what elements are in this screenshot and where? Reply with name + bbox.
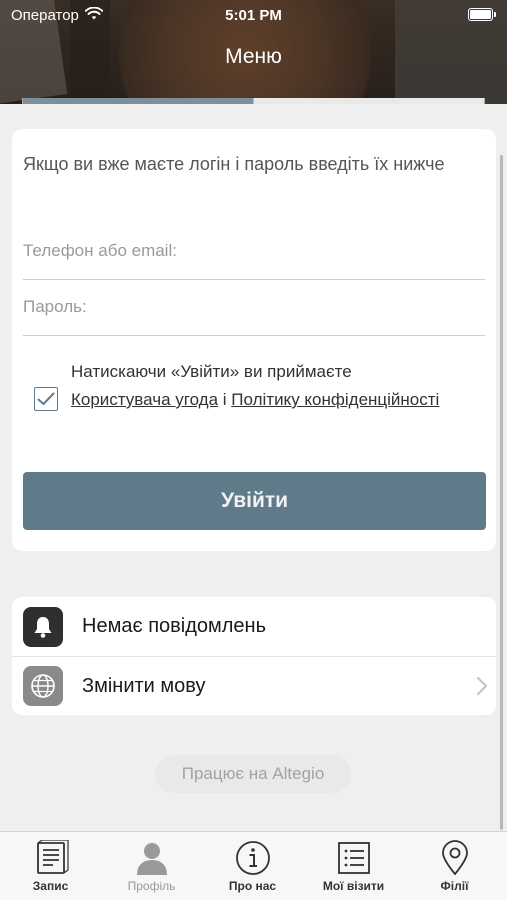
- bell-icon: [23, 606, 63, 647]
- chevron-right-icon: [476, 676, 488, 696]
- consent-checkbox[interactable]: [34, 387, 58, 411]
- status-bar: Оператор 5:01 PM: [0, 0, 507, 32]
- scroll-indicator[interactable]: [500, 155, 503, 830]
- menu-list: Немає повідомлень Змінити мову: [12, 597, 496, 715]
- tab-profile-label: Профіль: [127, 879, 176, 893]
- checkmark-icon: [37, 392, 55, 405]
- document-icon: [36, 840, 69, 874]
- battery-icon: [468, 8, 496, 21]
- list-icon: [337, 842, 370, 874]
- password-field[interactable]: Пароль:: [23, 280, 485, 336]
- tab-my-visits[interactable]: Мої візити: [303, 832, 404, 900]
- status-time: 5:01 PM: [225, 7, 282, 24]
- tab-about-label: Про нас: [228, 879, 277, 893]
- login-card: Якщо ви вже маєте логін і пароль введіть…: [12, 129, 496, 551]
- tab-branches-label: Філії: [440, 879, 469, 893]
- consent-and: і: [222, 390, 227, 409]
- list-item-notifications[interactable]: Немає повідомлень: [12, 597, 496, 656]
- globe-icon: [23, 666, 63, 706]
- person-icon: [136, 843, 167, 875]
- change-language-label: Змінити мову: [82, 674, 206, 697]
- consent-text: Натискаючи «Увійти» ви приймаєте Користу…: [71, 358, 471, 414]
- powered-by-badge[interactable]: Працює на Altegio: [155, 755, 351, 793]
- tab-about[interactable]: Про нас: [202, 832, 303, 900]
- consent-prefix: Натискаючи «Увійти» ви приймаєте: [71, 362, 352, 381]
- login-intro-text: Якщо ви вже маєте логін і пароль введіть…: [23, 154, 445, 174]
- tab-booking-label: Запис: [32, 879, 69, 893]
- info-icon: [235, 841, 270, 875]
- notifications-label: Немає повідомлень: [82, 615, 267, 637]
- tab-booking[interactable]: Запис: [0, 832, 101, 900]
- header: Оператор 5:01 PM Меню: [0, 0, 507, 104]
- tab-profile[interactable]: Профіль: [101, 832, 202, 900]
- tab-my-visits-label: Мої візити: [322, 879, 385, 893]
- phone-or-email-field[interactable]: Телефон або email:: [23, 224, 485, 280]
- list-item-change-language[interactable]: Змінити мову: [12, 656, 496, 715]
- location-pin-icon: [441, 840, 468, 876]
- page-title: Меню: [225, 45, 282, 68]
- tab-branches[interactable]: Філії: [404, 832, 505, 900]
- privacy-policy-link[interactable]: Політику конфіденційності: [231, 390, 439, 409]
- phone-or-email-placeholder: Телефон або email:: [23, 241, 177, 260]
- terms-link[interactable]: Користувача угода: [71, 390, 218, 409]
- login-button[interactable]: Увійти: [23, 472, 486, 530]
- tab-bar: Запис Профіль Про нас Мої візити Філії: [0, 831, 507, 900]
- segmented-strip: [22, 98, 485, 104]
- password-placeholder: Пароль:: [23, 297, 87, 316]
